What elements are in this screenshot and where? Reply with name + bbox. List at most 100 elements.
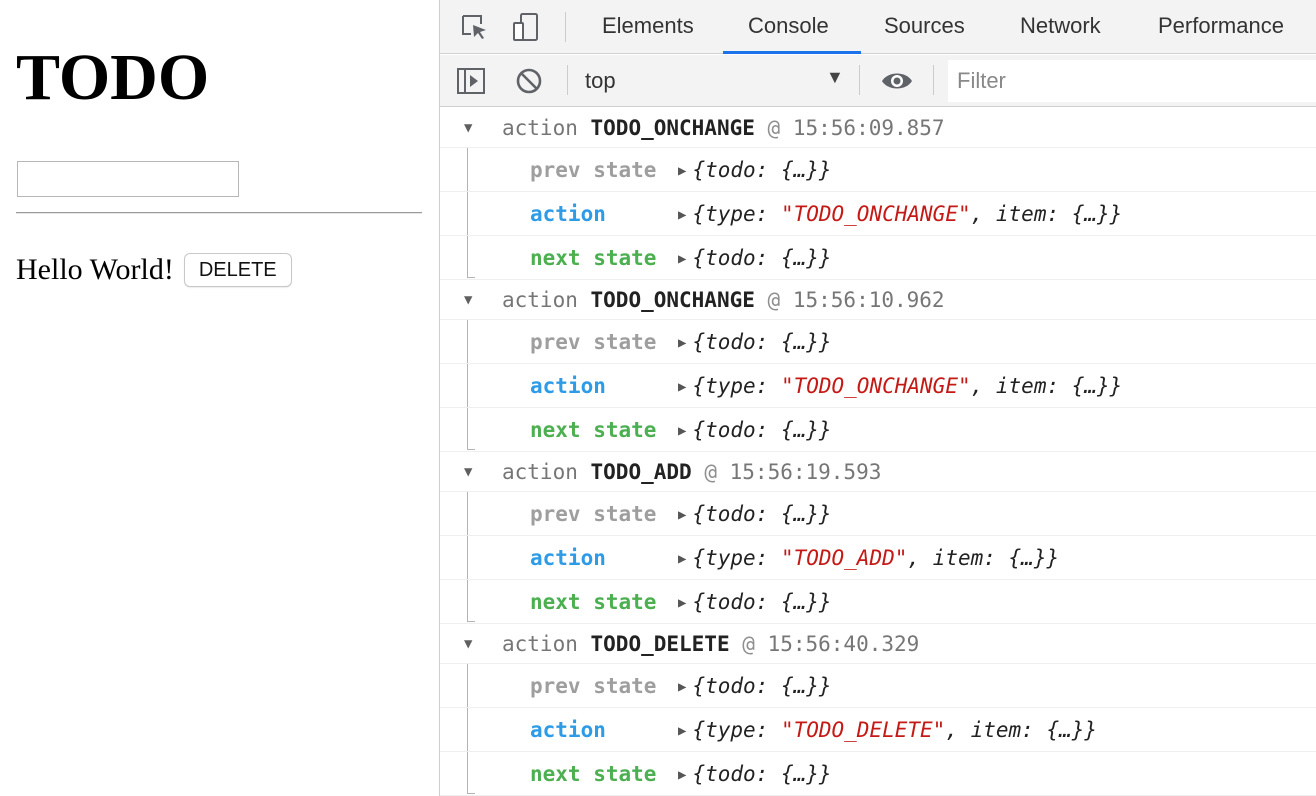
expand-triangle-icon[interactable]: ▶ — [678, 149, 686, 193]
expand-triangle-icon[interactable]: ▶ — [678, 581, 686, 625]
tab-network[interactable]: Network — [1018, 0, 1103, 54]
log-row: prev state ▶ {todo: {…}} — [440, 664, 1316, 708]
object-preview[interactable]: ▶ {type: "TODO_ONCHANGE", item: {…}} — [678, 192, 1122, 239]
log-row: prev state ▶ {todo: {…}} — [440, 320, 1316, 364]
devtools-tabbar: Elements Console Sources Network Perform… — [440, 0, 1316, 54]
console-log: ▼ action TODO_ONCHANGE @ 15:56:09.857 prev… — [440, 108, 1316, 796]
log-row: action ▶ {type: "TODO_ONCHANGE", item: {…}… — [440, 192, 1316, 236]
object-open: {todo: — [692, 246, 781, 270]
clear-console-icon[interactable] — [512, 64, 546, 98]
todo-item-text: Hello World! — [16, 253, 174, 286]
object-open: {todo: — [692, 418, 781, 442]
timestamp: 15:56:10.962 — [792, 288, 945, 312]
expand-triangle-icon[interactable]: ▶ — [678, 193, 686, 237]
object-rest: , item: {…}} — [907, 546, 1060, 570]
timestamp: 15:56:19.593 — [729, 460, 882, 484]
context-select[interactable]: top — [585, 65, 843, 97]
object-preview[interactable]: ▶ {todo: {…}} — [678, 492, 832, 539]
inspect-element-icon[interactable] — [457, 10, 491, 44]
log-label-action: action — [530, 718, 606, 742]
log-label-action: action — [530, 202, 606, 226]
log-row: prev state ▶ {todo: {…}} — [440, 148, 1316, 192]
log-group-body: prev state ▶ {todo: {…}} action ▶ {type: "TOD… — [440, 148, 1316, 280]
expand-triangle-icon[interactable]: ▶ — [678, 709, 686, 753]
dropdown-arrow-icon[interactable]: ▼ — [826, 67, 844, 88]
log-row: action ▶ {type: "TODO_ADD", item: {…}} — [440, 536, 1316, 580]
group-collapse-icon[interactable]: ▼ — [464, 280, 472, 320]
object-collapsed: {…} — [780, 502, 819, 526]
log-row: next state ▶ {todo: {…}} — [440, 408, 1316, 452]
object-preview[interactable]: ▶ {todo: {…}} — [678, 320, 832, 367]
log-row: prev state ▶ {todo: {…}} — [440, 492, 1316, 536]
action-type-string: "TODO_ADD" — [780, 546, 908, 570]
toolbar-divider — [933, 65, 934, 95]
expand-triangle-icon[interactable]: ▶ — [678, 237, 686, 281]
expand-triangle-icon[interactable]: ▶ — [678, 409, 686, 453]
filter-input[interactable]: Filter — [948, 60, 1316, 102]
object-key: {type: — [692, 202, 781, 226]
expand-triangle-icon[interactable]: ▶ — [678, 753, 686, 796]
action-type: TODO_ADD — [590, 460, 692, 484]
console-toolbar: top ▼ Filter — [440, 55, 1316, 107]
object-preview[interactable]: ▶ {todo: {…}} — [678, 664, 832, 711]
at-sign: @ — [742, 632, 755, 656]
log-label-action: action — [530, 374, 606, 398]
log-prefix: action — [502, 116, 578, 140]
todo-app: TODO Hello World! DELETE — [0, 0, 439, 796]
log-row: next state ▶ {todo: {…}} — [440, 752, 1316, 796]
log-group-title: action TODO_ONCHANGE @ 15:56:10.962 — [502, 280, 945, 320]
sidebar-toggle-icon[interactable] — [454, 64, 488, 98]
object-preview[interactable]: ▶ {todo: {…}} — [678, 148, 832, 195]
log-group-body: prev state ▶ {todo: {…}} action ▶ {type: "TOD… — [440, 320, 1316, 452]
object-close: } — [818, 674, 832, 698]
group-collapse-icon[interactable]: ▼ — [464, 108, 472, 148]
object-preview[interactable]: ▶ {type: "TODO_ADD", item: {…}} — [678, 536, 1059, 583]
log-group-header[interactable]: ▼ action TODO_ADD @ 15:56:19.593 — [440, 452, 1316, 492]
expand-triangle-icon[interactable]: ▶ — [678, 493, 686, 537]
group-collapse-icon[interactable]: ▼ — [464, 452, 472, 492]
object-preview[interactable]: ▶ {type: "TODO_ONCHANGE", item: {…}} — [678, 364, 1122, 411]
log-label-prev: prev state — [530, 502, 657, 526]
action-type: TODO_DELETE — [590, 632, 730, 656]
tab-sources[interactable]: Sources — [882, 0, 967, 54]
log-group-header[interactable]: ▼ action TODO_ONCHANGE @ 15:56:09.857 — [440, 108, 1316, 148]
object-close: } — [818, 502, 832, 526]
object-close: } — [818, 158, 832, 182]
tab-console[interactable]: Console — [746, 0, 831, 54]
delete-button[interactable]: DELETE — [183, 253, 292, 287]
object-preview[interactable]: ▶ {todo: {…}} — [678, 408, 832, 455]
expand-triangle-icon[interactable]: ▶ — [678, 365, 686, 409]
log-prefix: action — [502, 460, 578, 484]
tab-performance[interactable]: Performance — [1156, 0, 1286, 54]
object-collapsed: {…} — [780, 418, 819, 442]
expand-triangle-icon[interactable]: ▶ — [678, 665, 686, 709]
log-prefix: action — [502, 632, 578, 656]
toolbar-divider — [859, 65, 860, 95]
toolbar-divider — [565, 12, 566, 42]
object-preview[interactable]: ▶ {todo: {…}} — [678, 580, 832, 627]
object-rest: , item: {…}} — [970, 374, 1123, 398]
expand-triangle-icon[interactable]: ▶ — [678, 537, 686, 581]
object-open: {todo: — [692, 158, 781, 182]
log-group-header[interactable]: ▼ action TODO_ONCHANGE @ 15:56:10.962 — [440, 280, 1316, 320]
todo-input[interactable] — [17, 161, 239, 197]
action-type-string: "TODO_DELETE" — [780, 718, 946, 742]
expand-triangle-icon[interactable]: ▶ — [678, 321, 686, 365]
log-label-prev: prev state — [530, 330, 657, 354]
object-preview[interactable]: ▶ {todo: {…}} — [678, 752, 832, 796]
tab-elements[interactable]: Elements — [600, 0, 696, 54]
at-sign: @ — [704, 460, 717, 484]
device-toolbar-icon[interactable] — [509, 10, 543, 44]
log-group-header[interactable]: ▼ action TODO_DELETE @ 15:56:40.329 — [440, 624, 1316, 664]
object-collapsed: {…} — [780, 762, 819, 786]
group-collapse-icon[interactable]: ▼ — [464, 624, 472, 664]
live-expression-eye-icon[interactable] — [880, 64, 914, 98]
object-preview[interactable]: ▶ {type: "TODO_DELETE", item: {…}} — [678, 708, 1097, 755]
log-label-next: next state — [530, 246, 657, 270]
log-row: next state ▶ {todo: {…}} — [440, 236, 1316, 280]
action-type: TODO_ONCHANGE — [590, 116, 755, 140]
log-row: action ▶ {type: "TODO_DELETE", item: {…}} — [440, 708, 1316, 752]
object-preview[interactable]: ▶ {todo: {…}} — [678, 236, 832, 283]
object-collapsed: {…} — [780, 590, 819, 614]
log-row: action ▶ {type: "TODO_ONCHANGE", item: {…}… — [440, 364, 1316, 408]
